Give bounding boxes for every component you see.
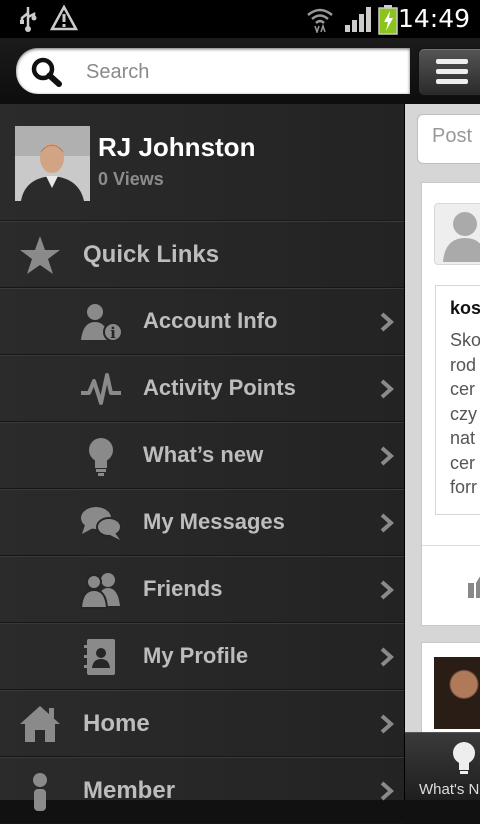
sidebar-item-account-info[interactable]: i Account Info bbox=[0, 288, 404, 355]
chevron-right-icon bbox=[380, 580, 394, 600]
feed-card-text: Sko rod cer czy nat cer forr bbox=[450, 330, 480, 497]
activity-icon bbox=[81, 373, 121, 405]
avatar[interactable] bbox=[15, 126, 90, 201]
sidebar-item-label: Quick Links bbox=[83, 241, 220, 268]
chevron-right-icon bbox=[380, 647, 394, 667]
sidebar-item-label: What’s new bbox=[143, 442, 264, 467]
sidebar-item-my-profile[interactable]: My Profile bbox=[0, 623, 404, 690]
menu-icon-bar bbox=[436, 79, 468, 84]
top-bar bbox=[0, 38, 480, 105]
sidebar-item-activity-points[interactable]: Activity Points bbox=[0, 355, 404, 422]
sidebar-item-whats-new[interactable]: What’s new bbox=[0, 422, 404, 489]
post-input[interactable]: Post bbox=[417, 114, 480, 164]
star-icon bbox=[20, 236, 60, 274]
menu-icon-bar bbox=[436, 69, 468, 74]
status-bar: 14:49 bbox=[0, 0, 480, 38]
feed-card[interactable] bbox=[421, 642, 480, 744]
contact-book-icon bbox=[84, 639, 115, 675]
clock: 14:49 bbox=[397, 4, 470, 33]
account-info-icon: i bbox=[81, 304, 123, 342]
lightbulb-icon[interactable] bbox=[451, 741, 477, 777]
divider bbox=[422, 545, 480, 546]
feed-card[interactable]: kos Sko rod cer czy nat cer forr bbox=[421, 182, 480, 626]
sidebar: RJ Johnston 0 Views Quick Links i Accoun… bbox=[0, 104, 405, 824]
menu-button[interactable] bbox=[418, 48, 480, 96]
sidebar-item-label: Activity Points bbox=[143, 375, 296, 400]
chevron-right-icon bbox=[380, 379, 394, 399]
sidebar-item-label: Member bbox=[83, 777, 176, 804]
chevron-right-icon bbox=[380, 781, 394, 801]
chevron-right-icon bbox=[380, 312, 394, 332]
member-icon bbox=[33, 773, 47, 811]
user-placeholder-avatar[interactable] bbox=[434, 203, 480, 265]
menu-icon-bar bbox=[436, 59, 468, 64]
svg-text:i: i bbox=[110, 324, 116, 342]
battery-charging-icon bbox=[378, 5, 398, 35]
home-icon bbox=[20, 706, 60, 742]
friends-icon bbox=[79, 573, 120, 609]
tab-whats-new-label[interactable]: What's N bbox=[419, 781, 479, 798]
chat-bubbles-icon bbox=[81, 507, 122, 540]
wifi-icon bbox=[307, 8, 333, 33]
feed-card-body[interactable]: kos Sko rod cer czy nat cer forr bbox=[435, 285, 480, 515]
chevron-right-icon bbox=[380, 513, 394, 533]
profile-header[interactable]: RJ Johnston 0 Views bbox=[0, 104, 404, 221]
search-bar[interactable] bbox=[16, 48, 410, 94]
chevron-right-icon bbox=[380, 714, 394, 734]
profile-name[interactable]: RJ Johnston bbox=[98, 132, 255, 163]
user-silhouette-icon bbox=[443, 212, 480, 262]
sidebar-item-my-messages[interactable]: My Messages bbox=[0, 489, 404, 556]
usb-icon bbox=[20, 7, 37, 32]
search-input[interactable] bbox=[84, 56, 388, 88]
sidebar-item-label: Home bbox=[83, 710, 150, 737]
thumbs-up-icon[interactable] bbox=[464, 571, 480, 599]
warning-icon bbox=[50, 5, 78, 31]
search-icon[interactable] bbox=[30, 56, 64, 88]
sidebar-item-home[interactable]: Home bbox=[0, 690, 404, 757]
sidebar-item-label: My Messages bbox=[143, 509, 285, 534]
chevron-right-icon bbox=[380, 446, 394, 466]
signal-icon bbox=[345, 7, 371, 32]
lightbulb-icon bbox=[89, 438, 113, 476]
bottom-tab-bar: What's N bbox=[405, 732, 480, 800]
sidebar-item-member[interactable]: Member bbox=[0, 757, 404, 824]
feed-card-title[interactable]: kos bbox=[450, 298, 480, 319]
sidebar-item-label: Account Info bbox=[143, 308, 278, 333]
sidebar-item-label: Friends bbox=[143, 576, 223, 601]
feed-card-image[interactable] bbox=[434, 657, 480, 729]
sidebar-item-label: My Profile bbox=[143, 643, 249, 668]
post-placeholder: Post bbox=[432, 125, 473, 147]
profile-views: 0 Views bbox=[98, 169, 164, 189]
sidebar-item-quick-links[interactable]: Quick Links bbox=[0, 221, 404, 288]
sidebar-item-friends[interactable]: Friends bbox=[0, 556, 404, 623]
main-content: Post kos Sko rod cer czy nat cer forr Wh… bbox=[405, 104, 480, 800]
